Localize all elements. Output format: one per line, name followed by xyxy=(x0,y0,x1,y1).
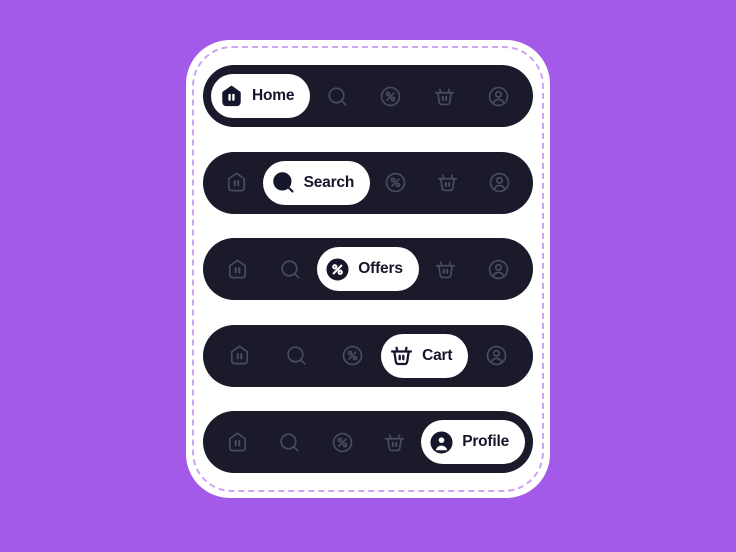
nav-item-home[interactable]: Home xyxy=(211,74,311,118)
nav-item-profile[interactable]: Profile xyxy=(471,74,525,118)
nav-item-profile[interactable]: Profile xyxy=(472,247,525,291)
navbar-offers-active: HomeSearch Offers CartProfile xyxy=(203,238,533,300)
nav-item-search[interactable]: Search xyxy=(262,160,371,205)
offers-percent-icon xyxy=(378,84,403,109)
home-icon xyxy=(225,257,250,282)
navbar-profile-active: HomeSearchOffersCart Profile xyxy=(203,411,533,473)
nav-item-profile[interactable]: Profile xyxy=(468,334,525,378)
search-icon xyxy=(284,343,309,368)
navbar-stack: HomeSearchOffersCartProfileHomeSearchOff… xyxy=(203,65,533,473)
profile-person-icon xyxy=(487,170,512,195)
search-icon xyxy=(278,257,303,282)
nav-item-offers[interactable]: Offers xyxy=(370,161,422,205)
nav-item-search[interactable]: Search xyxy=(264,420,317,464)
nav-item-profile[interactable]: Profile xyxy=(421,420,526,464)
nav-item-search[interactable]: Search xyxy=(268,334,325,378)
offers-percent-icon xyxy=(330,430,355,455)
nav-item-cart[interactable]: Cart xyxy=(422,161,474,205)
profile-person-icon xyxy=(428,429,455,456)
screenshot-canvas: HomeSearchOffersCartProfileHomeSearchOff… xyxy=(0,0,736,552)
nav-item-profile[interactable]: Profile xyxy=(473,161,525,205)
profile-person-icon xyxy=(484,343,509,368)
navbar-home-active: Home SearchOffersCartProfile xyxy=(203,65,533,127)
nav-item-cart[interactable]: Cart xyxy=(418,74,472,118)
nav-item-label-home: Home xyxy=(252,87,295,104)
navbar-search-active: Home Search OffersCartProfile xyxy=(203,151,533,214)
nav-item-label-search: Search xyxy=(303,173,355,191)
cart-basket-icon xyxy=(388,342,415,369)
cart-basket-icon xyxy=(433,257,458,282)
nav-item-offers[interactable]: Offers xyxy=(324,334,381,378)
nav-item-home[interactable]: Home xyxy=(211,420,264,464)
cart-basket-icon xyxy=(435,170,460,195)
search-icon xyxy=(277,430,302,455)
search-icon xyxy=(325,84,350,109)
nav-item-home[interactable]: Home xyxy=(211,161,263,205)
search-icon xyxy=(270,169,297,196)
home-icon xyxy=(224,170,249,195)
nav-item-label-offers: Offers xyxy=(358,260,403,277)
nav-item-search[interactable]: Search xyxy=(264,247,317,291)
nav-item-cart[interactable]: Cart xyxy=(369,420,422,464)
home-icon xyxy=(227,343,252,368)
profile-person-icon xyxy=(486,84,511,109)
nav-item-label-cart: Cart xyxy=(422,346,453,364)
cart-basket-icon xyxy=(382,430,407,455)
home-icon xyxy=(218,83,245,110)
cart-basket-icon xyxy=(432,84,457,109)
nav-item-label-profile: Profile xyxy=(462,433,510,450)
nav-item-offers[interactable]: Offers xyxy=(317,247,419,291)
nav-item-home[interactable]: Home xyxy=(211,247,264,291)
nav-item-offers[interactable]: Offers xyxy=(364,74,418,118)
nav-item-home[interactable]: Home xyxy=(211,334,268,378)
profile-person-icon xyxy=(486,257,511,282)
navbar-cart-active: HomeSearchOffers Cart Profile xyxy=(203,324,533,387)
nav-item-cart[interactable]: Cart xyxy=(381,333,469,378)
nav-item-search[interactable]: Search xyxy=(310,74,364,118)
offers-percent-icon xyxy=(340,343,365,368)
offers-percent-icon xyxy=(324,256,351,283)
nav-item-cart[interactable]: Cart xyxy=(419,247,472,291)
offers-percent-icon xyxy=(383,170,408,195)
nav-item-offers[interactable]: Offers xyxy=(316,420,369,464)
home-icon xyxy=(225,430,250,455)
